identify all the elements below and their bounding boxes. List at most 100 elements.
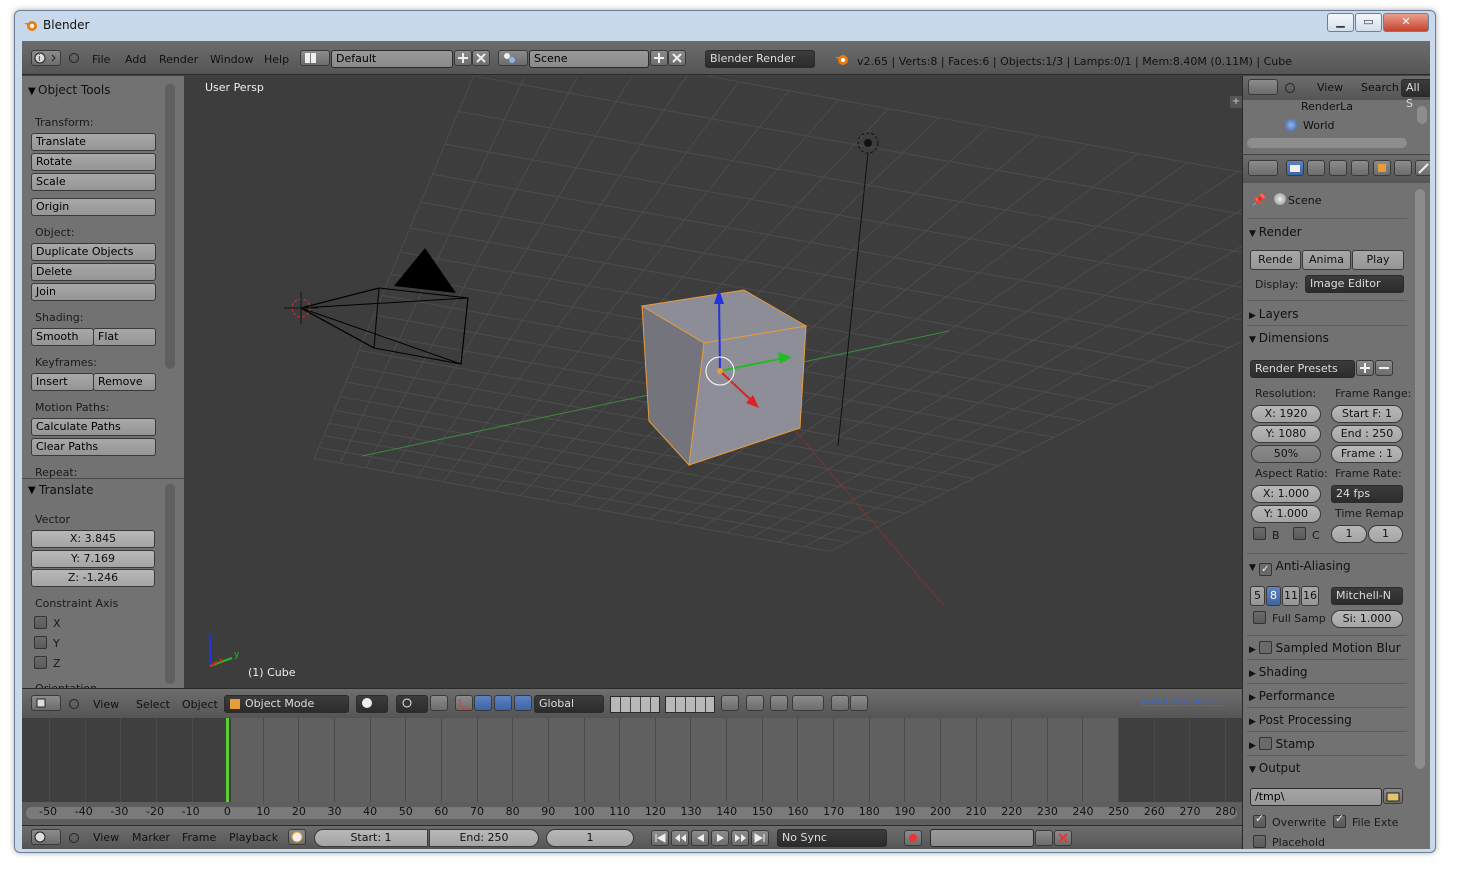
menu-marker[interactable]: Marker <box>132 827 170 849</box>
menu-playback[interactable]: Playback <box>229 827 278 849</box>
render-engine-dropdown[interactable]: Blender Render <box>705 50 815 68</box>
use-preview-range-icon[interactable] <box>288 829 306 845</box>
outliner-item-renderlayers[interactable]: RenderLa <box>1301 100 1353 113</box>
delete-layout-icon[interactable] <box>472 50 490 66</box>
rotate-button[interactable]: Rotate <box>31 153 156 171</box>
editor-type-3d-icon[interactable] <box>31 695 61 711</box>
current-frame-field[interactable]: 1 <box>546 829 634 847</box>
aa-samples-11-button[interactable]: 11 <box>1282 586 1300 606</box>
outliner-item-world[interactable]: World <box>1303 119 1335 132</box>
maximize-button[interactable]: ▭ <box>1355 13 1382 32</box>
stamp-panel-header[interactable]: ▶ Stamp <box>1249 733 1405 755</box>
object-tools-title[interactable]: Object Tools <box>38 83 110 97</box>
manipulator-toggle-icon[interactable] <box>430 695 448 711</box>
motion-blur-checkbox[interactable] <box>1258 641 1272 654</box>
current-frame-marker[interactable] <box>226 718 230 804</box>
editor-type-info-icon[interactable]: i <box>31 50 61 66</box>
layers-panel-header[interactable]: ▶ Layers <box>1249 303 1405 325</box>
properties-toggle-icon[interactable]: + <box>1230 96 1242 108</box>
menu-view[interactable]: View <box>93 827 119 849</box>
play-reverse-icon[interactable] <box>691 830 709 846</box>
play-icon[interactable] <box>711 830 729 846</box>
constraint-y-checkbox[interactable] <box>34 636 47 649</box>
jump-start-icon[interactable] <box>651 830 669 846</box>
folder-browse-icon[interactable] <box>1383 788 1403 804</box>
anti-aliasing-panel-header[interactable]: ▼ ✓ Anti-Aliasing <box>1249 555 1405 577</box>
menu-search[interactable]: Search <box>1361 77 1399 99</box>
output-path-field[interactable]: /tmp\ <box>1250 788 1382 806</box>
resolution-percent-slider[interactable]: 50% <box>1251 445 1321 463</box>
crop-checkbox[interactable] <box>1293 527 1306 540</box>
output-panel-header[interactable]: ▼ Output <box>1249 757 1405 779</box>
render-layers-context-icon[interactable] <box>1307 160 1325 176</box>
dimensions-panel-header[interactable]: ▼ Dimensions <box>1249 327 1405 349</box>
menu-object[interactable]: Object <box>182 694 218 716</box>
transform-orientation-icon[interactable] <box>514 695 532 711</box>
clear-paths-button[interactable]: Clear Paths <box>31 438 156 456</box>
constraint-z-checkbox[interactable] <box>34 656 47 669</box>
scale-button[interactable]: Scale <box>31 173 156 191</box>
rotate-manipulator-icon[interactable] <box>474 695 492 711</box>
menu-frame[interactable]: Frame <box>182 827 216 849</box>
translate-button[interactable]: Translate <box>31 133 156 151</box>
operator-scrollbar[interactable] <box>165 484 175 684</box>
editor-type-outliner-icon[interactable] <box>1248 79 1278 95</box>
render-presets-dropdown[interactable]: Render Presets <box>1250 360 1355 378</box>
snap-icon[interactable] <box>770 695 788 711</box>
border-checkbox[interactable] <box>1253 527 1266 540</box>
render-animation-button[interactable]: Anima <box>1302 250 1351 270</box>
frame-step-field[interactable]: Frame : 1 <box>1331 445 1403 463</box>
insert-keyframe-button[interactable]: Insert <box>31 373 94 391</box>
remove-preset-icon[interactable] <box>1375 360 1393 376</box>
viewport-shading-dropdown[interactable] <box>356 695 388 713</box>
editor-type-properties-icon[interactable] <box>1248 160 1278 176</box>
menu-help[interactable]: Help <box>264 49 289 71</box>
scene-field[interactable]: Scene <box>529 50 649 68</box>
join-button[interactable]: Join <box>31 283 156 301</box>
render-opengl-icon[interactable] <box>831 695 849 711</box>
scene-context-icon[interactable] <box>1329 160 1347 176</box>
smooth-button[interactable]: Smooth <box>31 328 94 346</box>
flat-button[interactable]: Flat <box>93 328 156 346</box>
pivot-point-dropdown[interactable] <box>396 695 428 713</box>
vector-x-field[interactable]: X: 3.845 <box>31 530 155 548</box>
start-frame-field[interactable]: Start: 1 <box>314 829 428 847</box>
menu-window[interactable]: Window <box>210 49 253 71</box>
object-mode-dropdown[interactable]: Object Mode <box>224 695 349 713</box>
modifiers-context-icon[interactable] <box>1415 160 1430 176</box>
time-remap-old-field[interactable]: 1 <box>1331 525 1367 543</box>
menu-view[interactable]: View <box>93 694 119 716</box>
scale-manipulator-icon[interactable] <box>494 695 512 711</box>
menu-add[interactable]: Add <box>125 49 146 71</box>
jump-end-icon[interactable] <box>751 830 769 846</box>
delete-keyframe-icon[interactable] <box>1054 830 1072 846</box>
anti-aliasing-checkbox[interactable]: ✓ <box>1258 563 1272 576</box>
properties-scrollbar[interactable] <box>1415 189 1425 769</box>
resolution-x-field[interactable]: X: 1920 <box>1251 405 1321 423</box>
aa-samples-16-button[interactable]: 16 <box>1301 586 1319 606</box>
world-context-icon[interactable] <box>1351 160 1369 176</box>
add-layout-icon[interactable] <box>454 50 472 66</box>
watermark-link[interactable]: www.freeprogs.net <box>1141 697 1226 707</box>
shading-panel-header[interactable]: ▶ Shading <box>1249 661 1405 683</box>
sync-mode-dropdown[interactable]: No Sync <box>777 829 887 847</box>
render-panel-header[interactable]: ▼ Render <box>1249 221 1405 243</box>
filter-size-field[interactable]: Si: 1.000 <box>1331 610 1403 628</box>
operator-title[interactable]: Translate <box>39 483 94 497</box>
vector-z-field[interactable]: Z: -1.246 <box>31 569 155 587</box>
menu-view[interactable]: View <box>1317 77 1343 99</box>
placeholder-checkbox[interactable] <box>1253 835 1266 848</box>
aspect-y-field[interactable]: Y: 1.000 <box>1251 505 1321 523</box>
render-context-icon[interactable] <box>1286 160 1304 176</box>
frame-start-field[interactable]: Start F: 1 <box>1331 405 1403 423</box>
collapse-menu-icon[interactable] <box>69 833 79 843</box>
add-scene-icon[interactable] <box>650 50 668 66</box>
orientation-dropdown[interactable]: Global <box>534 695 604 713</box>
performance-panel-header[interactable]: ▶ Performance <box>1249 685 1405 707</box>
duplicate-objects-button[interactable]: Duplicate Objects <box>31 243 156 261</box>
menu-file[interactable]: File <box>92 49 110 71</box>
proportional-edit-icon[interactable] <box>746 695 764 711</box>
3d-viewport[interactable]: User Persp (1) Cube z y x + <box>184 76 1242 688</box>
collapse-menu-icon[interactable] <box>69 53 79 63</box>
frame-rate-dropdown[interactable]: 24 fps <box>1331 485 1403 503</box>
